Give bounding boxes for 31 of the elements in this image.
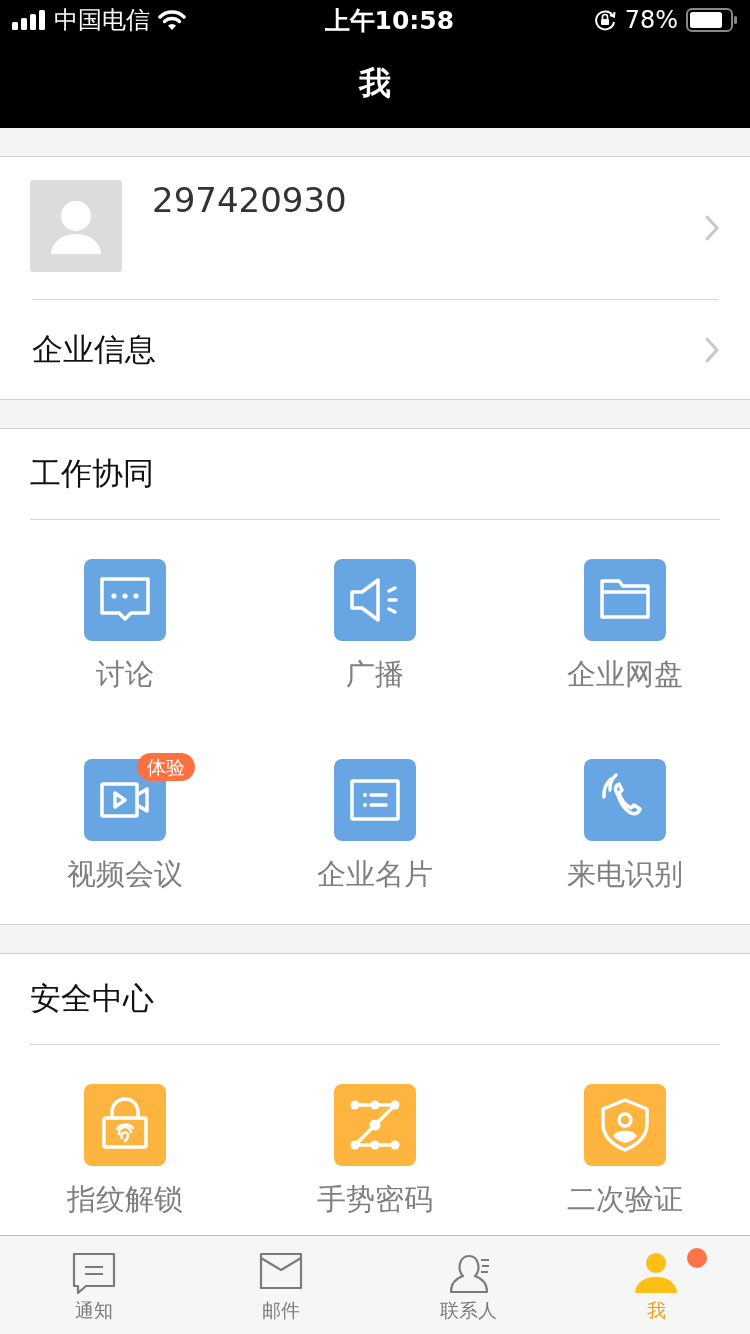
screen-title: 我 [359,63,391,104]
signal-icon [12,10,46,30]
battery-icon [686,8,738,32]
profile-row[interactable]: 297420930 [0,157,750,299]
menu-row[interactable]: 企业信息 [0,300,750,399]
account-number: 297420930 [152,180,348,220]
feature-button[interactable]: 指纹解锁 [67,1084,183,1216]
tab-button[interactable]: 通知 [0,1236,188,1334]
carrier-name: 中国电信 [54,5,150,36]
section-title: 安全中心 [29,979,155,1018]
person-icon [634,1250,679,1294]
speech-bubble-icon [71,1250,116,1294]
menu-label: 企业信息 [32,329,156,369]
rotation-lock-icon [592,8,617,32]
feature-button[interactable]: 讨论 [84,559,166,691]
feature-button[interactable]: 来电识别 [567,759,683,891]
feature-button[interactable]: 企业名片 [317,759,433,891]
tab-button[interactable]: 联系人 [375,1236,563,1334]
avatar-icon [30,180,122,272]
feature-button[interactable]: 企业网盘 [567,559,683,691]
battery-percent: 78% [624,6,678,34]
chevron-right-icon [704,214,720,242]
feature-button[interactable]: 广播 [334,559,416,691]
clock-time: 上午10:58 [324,4,455,37]
chevron-right-icon [704,335,720,364]
feature-button[interactable]: 手势密码 [317,1084,433,1216]
section-title: 工作协同 [29,454,155,493]
feature-button[interactable]: 二次验证 [567,1084,683,1216]
wifi-icon [158,9,186,31]
tab-button[interactable]: 邮件 [187,1236,375,1334]
trial-badge: 体验 [137,753,195,781]
